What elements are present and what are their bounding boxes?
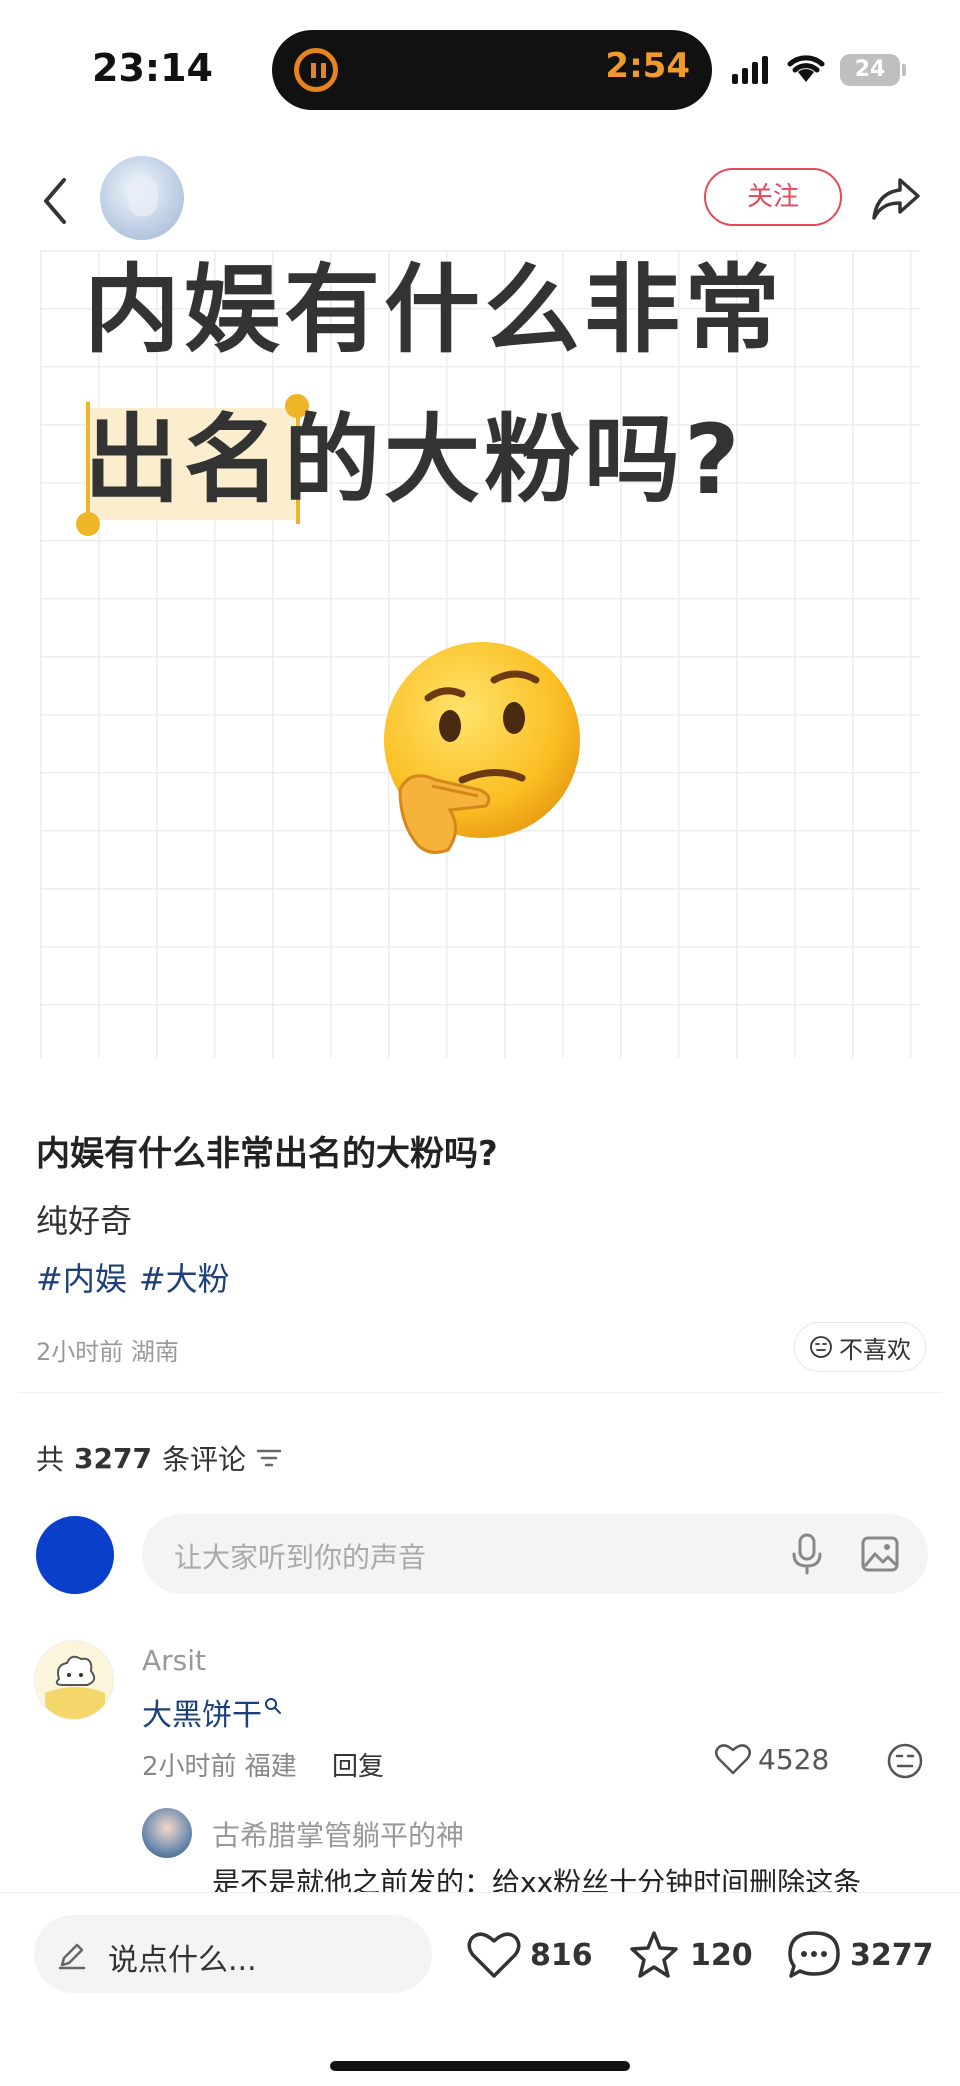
microphone-icon[interactable] xyxy=(790,1532,824,1576)
favorite-count: 120 xyxy=(690,1937,753,1973)
comment-input-placeholder: 让大家听到你的声音 xyxy=(174,1541,427,1574)
divider xyxy=(18,1392,942,1393)
heart-icon xyxy=(715,1744,751,1775)
follow-button[interactable]: 关注 xyxy=(704,168,842,226)
commenter-avatar[interactable] xyxy=(34,1640,114,1720)
commenter-name[interactable]: Arsit xyxy=(142,1644,206,1677)
star-icon xyxy=(630,1931,678,1978)
replier-name[interactable]: 古希腊掌管躺平的神 xyxy=(212,1814,464,1854)
cover-title-line1: 内娱有什么非常 xyxy=(84,254,784,366)
post-title: 内娱有什么非常出名的大粉吗? xyxy=(36,1134,498,1174)
tag-link[interactable]: #内娱 xyxy=(36,1260,127,1298)
pencil-icon xyxy=(58,1943,86,1970)
home-indicator[interactable] xyxy=(330,2061,630,2071)
search-icon[interactable] xyxy=(264,1697,282,1715)
favorite-button[interactable]: 120 xyxy=(626,1929,753,1981)
comment-count-number: 3277 xyxy=(74,1441,152,1475)
post-tags: #内娱 #大粉 xyxy=(36,1254,242,1300)
share-icon[interactable] xyxy=(868,170,924,226)
comment-count-bottom: 3277 xyxy=(850,1937,934,1973)
like-count: 816 xyxy=(530,1937,593,1973)
sort-icon[interactable] xyxy=(256,1448,282,1468)
wifi-icon xyxy=(787,55,825,82)
dislike-button[interactable]: 不喜欢 xyxy=(794,1322,926,1372)
comment-count-suffix: 条评论 xyxy=(161,1443,246,1476)
heart-icon xyxy=(467,1932,521,1978)
signal-icon xyxy=(732,56,776,84)
meh-face-icon[interactable] xyxy=(886,1742,924,1780)
comment-text[interactable]: 大黑饼干 xyxy=(142,1690,282,1734)
island-timer: 2:54 xyxy=(605,46,690,86)
say-something-placeholder: 说点什么... xyxy=(108,1943,257,1978)
comment-like-count: 4528 xyxy=(758,1742,830,1776)
post-meta: 2小时前 湖南 xyxy=(36,1338,179,1366)
dislike-label: 不喜欢 xyxy=(839,1335,911,1364)
comment-button[interactable]: 3277 xyxy=(786,1929,934,1981)
say-something-input[interactable]: 说点什么... xyxy=(34,1915,432,1993)
thinking-face-icon xyxy=(384,642,580,854)
post-header: 关注 xyxy=(0,150,960,250)
comment-like-button[interactable]: 4528 xyxy=(714,1742,829,1776)
status-time: 23:14 xyxy=(92,46,213,90)
battery-icon: 24 xyxy=(840,54,906,86)
comment-input[interactable]: 让大家听到你的声音 xyxy=(142,1514,928,1594)
reply-button[interactable]: 回复 xyxy=(332,1746,384,1783)
tag-link[interactable]: #大粉 xyxy=(139,1260,230,1298)
comment-text-content: 大黑饼干 xyxy=(142,1698,262,1733)
cloud-cat-avatar-icon xyxy=(35,1641,113,1719)
post-cover-image[interactable]: 内娱有什么非常 出名的大粉吗? xyxy=(40,250,920,1058)
like-button[interactable]: 816 xyxy=(466,1929,593,1981)
image-icon[interactable] xyxy=(860,1534,900,1574)
back-arrow-icon[interactable] xyxy=(36,174,76,228)
chat-bubble-icon xyxy=(788,1931,840,1978)
cover-title-line2: 出名的大粉吗? xyxy=(84,404,744,516)
pause-icon xyxy=(294,48,338,92)
comment-count[interactable]: 共 3277 条评论 xyxy=(36,1438,282,1478)
reply-text[interactable]: 是不是就他之前发的：给xx粉丝十分钟时间删除这条 xyxy=(212,1864,932,1892)
dynamic-island[interactable]: 2:54 xyxy=(272,30,712,110)
post-body: 纯好奇 xyxy=(36,1202,133,1240)
bottom-action-bar: 说点什么... 816 120 3277 xyxy=(0,1892,960,2086)
meh-face-icon xyxy=(810,1336,832,1358)
my-avatar[interactable] xyxy=(36,1516,114,1594)
author-avatar[interactable] xyxy=(100,156,184,240)
replier-avatar[interactable] xyxy=(142,1808,192,1858)
comment-meta: 2小时前 福建 xyxy=(142,1752,297,1782)
comment-count-prefix: 共 xyxy=(36,1443,65,1476)
status-bar: 23:14 2:54 24 xyxy=(0,0,960,140)
